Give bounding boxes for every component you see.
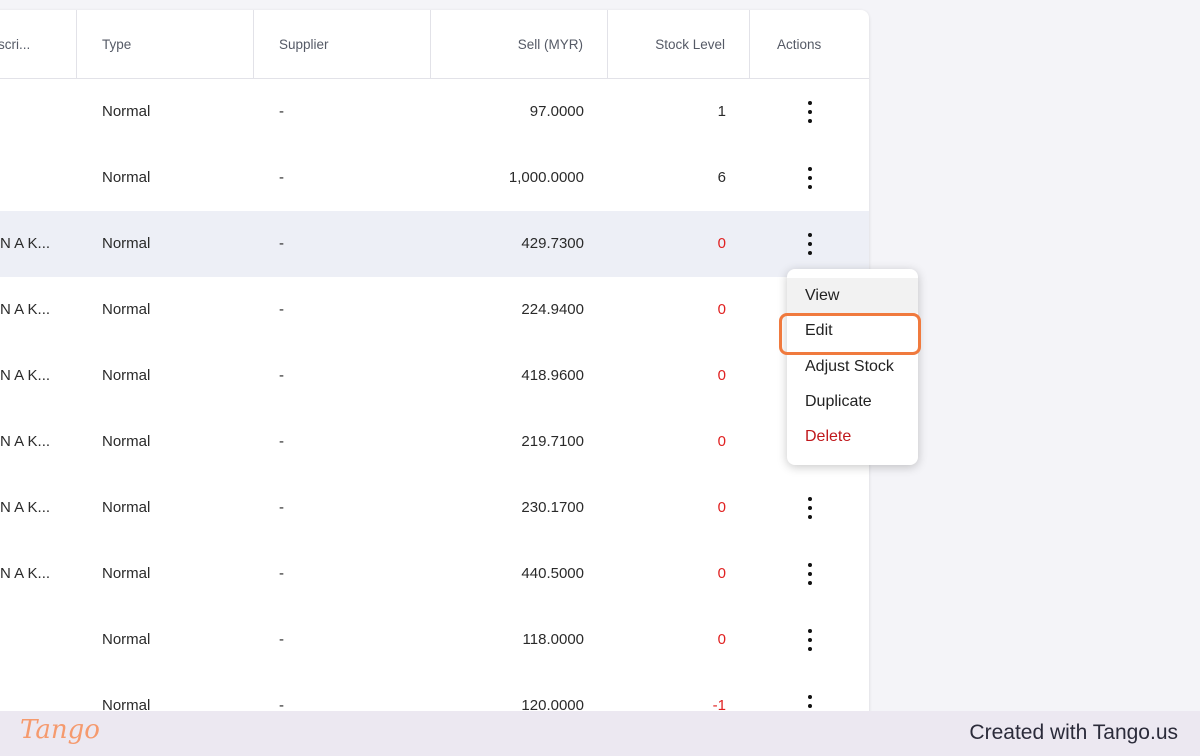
- table-row[interactable]: N A K... Normal - 219.7100 0: [0, 409, 869, 475]
- cell-supplier: -: [279, 301, 284, 318]
- kebab-dot: [808, 233, 812, 237]
- table-header: scri... Type Supplier Sell (MYR) Stock L…: [0, 10, 869, 79]
- footer-bar: Tango Created with Tango.us: [0, 711, 1200, 756]
- cell-supplier: -: [279, 235, 284, 252]
- menu-item-duplicate[interactable]: Duplicate: [787, 384, 918, 419]
- col-header-sell[interactable]: Sell (MYR): [431, 10, 608, 79]
- cell-stock-level: 0: [717, 367, 726, 384]
- kebab-dot: [808, 251, 812, 255]
- cell-stock-level: 0: [717, 235, 726, 252]
- kebab-dot: [808, 176, 812, 180]
- cell-type: Normal: [102, 235, 151, 252]
- col-header-actions: Actions: [777, 37, 822, 52]
- kebab-dot: [808, 704, 812, 708]
- cell-sell-price: 429.7300: [521, 235, 584, 252]
- cell-sell-price: 1,000.0000: [508, 169, 584, 186]
- cell-supplier: -: [279, 103, 284, 120]
- table-row[interactable]: N A K... Normal - 224.9400 0: [0, 277, 869, 343]
- cell-type: Normal: [102, 433, 151, 450]
- cell-description: [0, 79, 77, 145]
- kebab-dot: [808, 506, 812, 510]
- table-row[interactable]: Normal - 1,000.0000 6: [0, 145, 869, 211]
- menu-item-edit[interactable]: Edit: [787, 313, 918, 348]
- menu-item-delete[interactable]: Delete: [787, 419, 918, 454]
- kebab-dot: [808, 695, 812, 699]
- cell-supplier: -: [279, 433, 284, 450]
- menu-item-view[interactable]: View: [787, 278, 918, 313]
- more-vert-icon[interactable]: [800, 233, 820, 255]
- kebab-dot: [808, 242, 812, 246]
- table-row[interactable]: N A K... Normal - 230.1700 0: [0, 475, 869, 541]
- kebab-dot: [808, 629, 812, 633]
- cell-sell-price: 97.0000: [529, 103, 584, 120]
- menu-item-adjust-stock[interactable]: Adjust Stock: [787, 349, 918, 384]
- table-row[interactable]: N A K... Normal - 418.9600 0: [0, 343, 869, 409]
- kebab-dot: [808, 497, 812, 501]
- kebab-dot: [808, 572, 812, 576]
- kebab-dot: [808, 515, 812, 519]
- more-vert-icon[interactable]: [800, 101, 820, 123]
- col-header-stock-level[interactable]: Stock Level: [608, 10, 750, 79]
- table-row[interactable]: N A K... Normal - 429.7300 0: [0, 211, 869, 277]
- cell-description: [0, 145, 77, 211]
- cell-description: [0, 607, 77, 673]
- created-with-text: Created with Tango.us: [969, 721, 1178, 744]
- cell-description: N A K...: [0, 565, 51, 582]
- cell-type: Normal: [102, 301, 151, 318]
- cell-description: N A K...: [0, 367, 51, 384]
- cell-stock-level: 1: [717, 103, 726, 120]
- table-row[interactable]: Normal - 97.0000 1: [0, 79, 869, 145]
- cell-sell-price: 219.7100: [521, 433, 584, 450]
- cell-supplier: -: [279, 367, 284, 384]
- more-vert-icon[interactable]: [800, 563, 820, 585]
- cell-type: Normal: [102, 499, 151, 516]
- product-table: scri... Type Supplier Sell (MYR) Stock L…: [0, 10, 869, 756]
- col-header-description[interactable]: scri...: [0, 10, 77, 79]
- more-vert-icon[interactable]: [800, 629, 820, 651]
- cell-supplier: -: [279, 169, 284, 186]
- cell-type: Normal: [102, 631, 151, 648]
- cell-stock-level: 0: [717, 631, 726, 648]
- cell-type: Normal: [102, 103, 151, 120]
- cell-description: N A K...: [0, 499, 51, 516]
- cell-type: Normal: [102, 169, 151, 186]
- tango-logo: Tango: [20, 715, 100, 745]
- kebab-dot: [808, 581, 812, 585]
- col-header-type[interactable]: Type: [77, 10, 254, 79]
- cell-supplier: -: [279, 631, 284, 648]
- row-actions-menu: View Edit Adjust Stock Duplicate Delete: [787, 269, 918, 465]
- kebab-dot: [808, 638, 812, 642]
- kebab-dot: [808, 119, 812, 123]
- table-row[interactable]: Normal - 118.0000 0: [0, 607, 869, 673]
- more-vert-icon[interactable]: [800, 497, 820, 519]
- kebab-dot: [808, 647, 812, 651]
- table-row[interactable]: N A K... Normal - 440.5000 0: [0, 541, 869, 607]
- cell-sell-price: 418.9600: [521, 367, 584, 384]
- kebab-dot: [808, 101, 812, 105]
- cell-stock-level: 0: [717, 433, 726, 450]
- cell-supplier: -: [279, 499, 284, 516]
- kebab-dot: [808, 167, 812, 171]
- cell-stock-level: 0: [717, 565, 726, 582]
- cell-description: N A K...: [0, 433, 51, 450]
- more-vert-icon[interactable]: [800, 167, 820, 189]
- cell-type: Normal: [102, 367, 151, 384]
- cell-stock-level: 0: [717, 301, 726, 318]
- cell-description: N A K...: [0, 235, 51, 252]
- cell-description: N A K...: [0, 301, 51, 318]
- kebab-dot: [808, 110, 812, 114]
- kebab-dot: [808, 563, 812, 567]
- col-header-supplier[interactable]: Supplier: [254, 10, 431, 79]
- cell-stock-level: 6: [717, 169, 726, 186]
- kebab-dot: [808, 185, 812, 189]
- cell-supplier: -: [279, 565, 284, 582]
- cell-type: Normal: [102, 565, 151, 582]
- cell-sell-price: 440.5000: [521, 565, 584, 582]
- cell-sell-price: 118.0000: [522, 631, 584, 648]
- cell-sell-price: 224.9400: [521, 301, 584, 318]
- cell-stock-level: 0: [717, 499, 726, 516]
- cell-sell-price: 230.1700: [521, 499, 584, 516]
